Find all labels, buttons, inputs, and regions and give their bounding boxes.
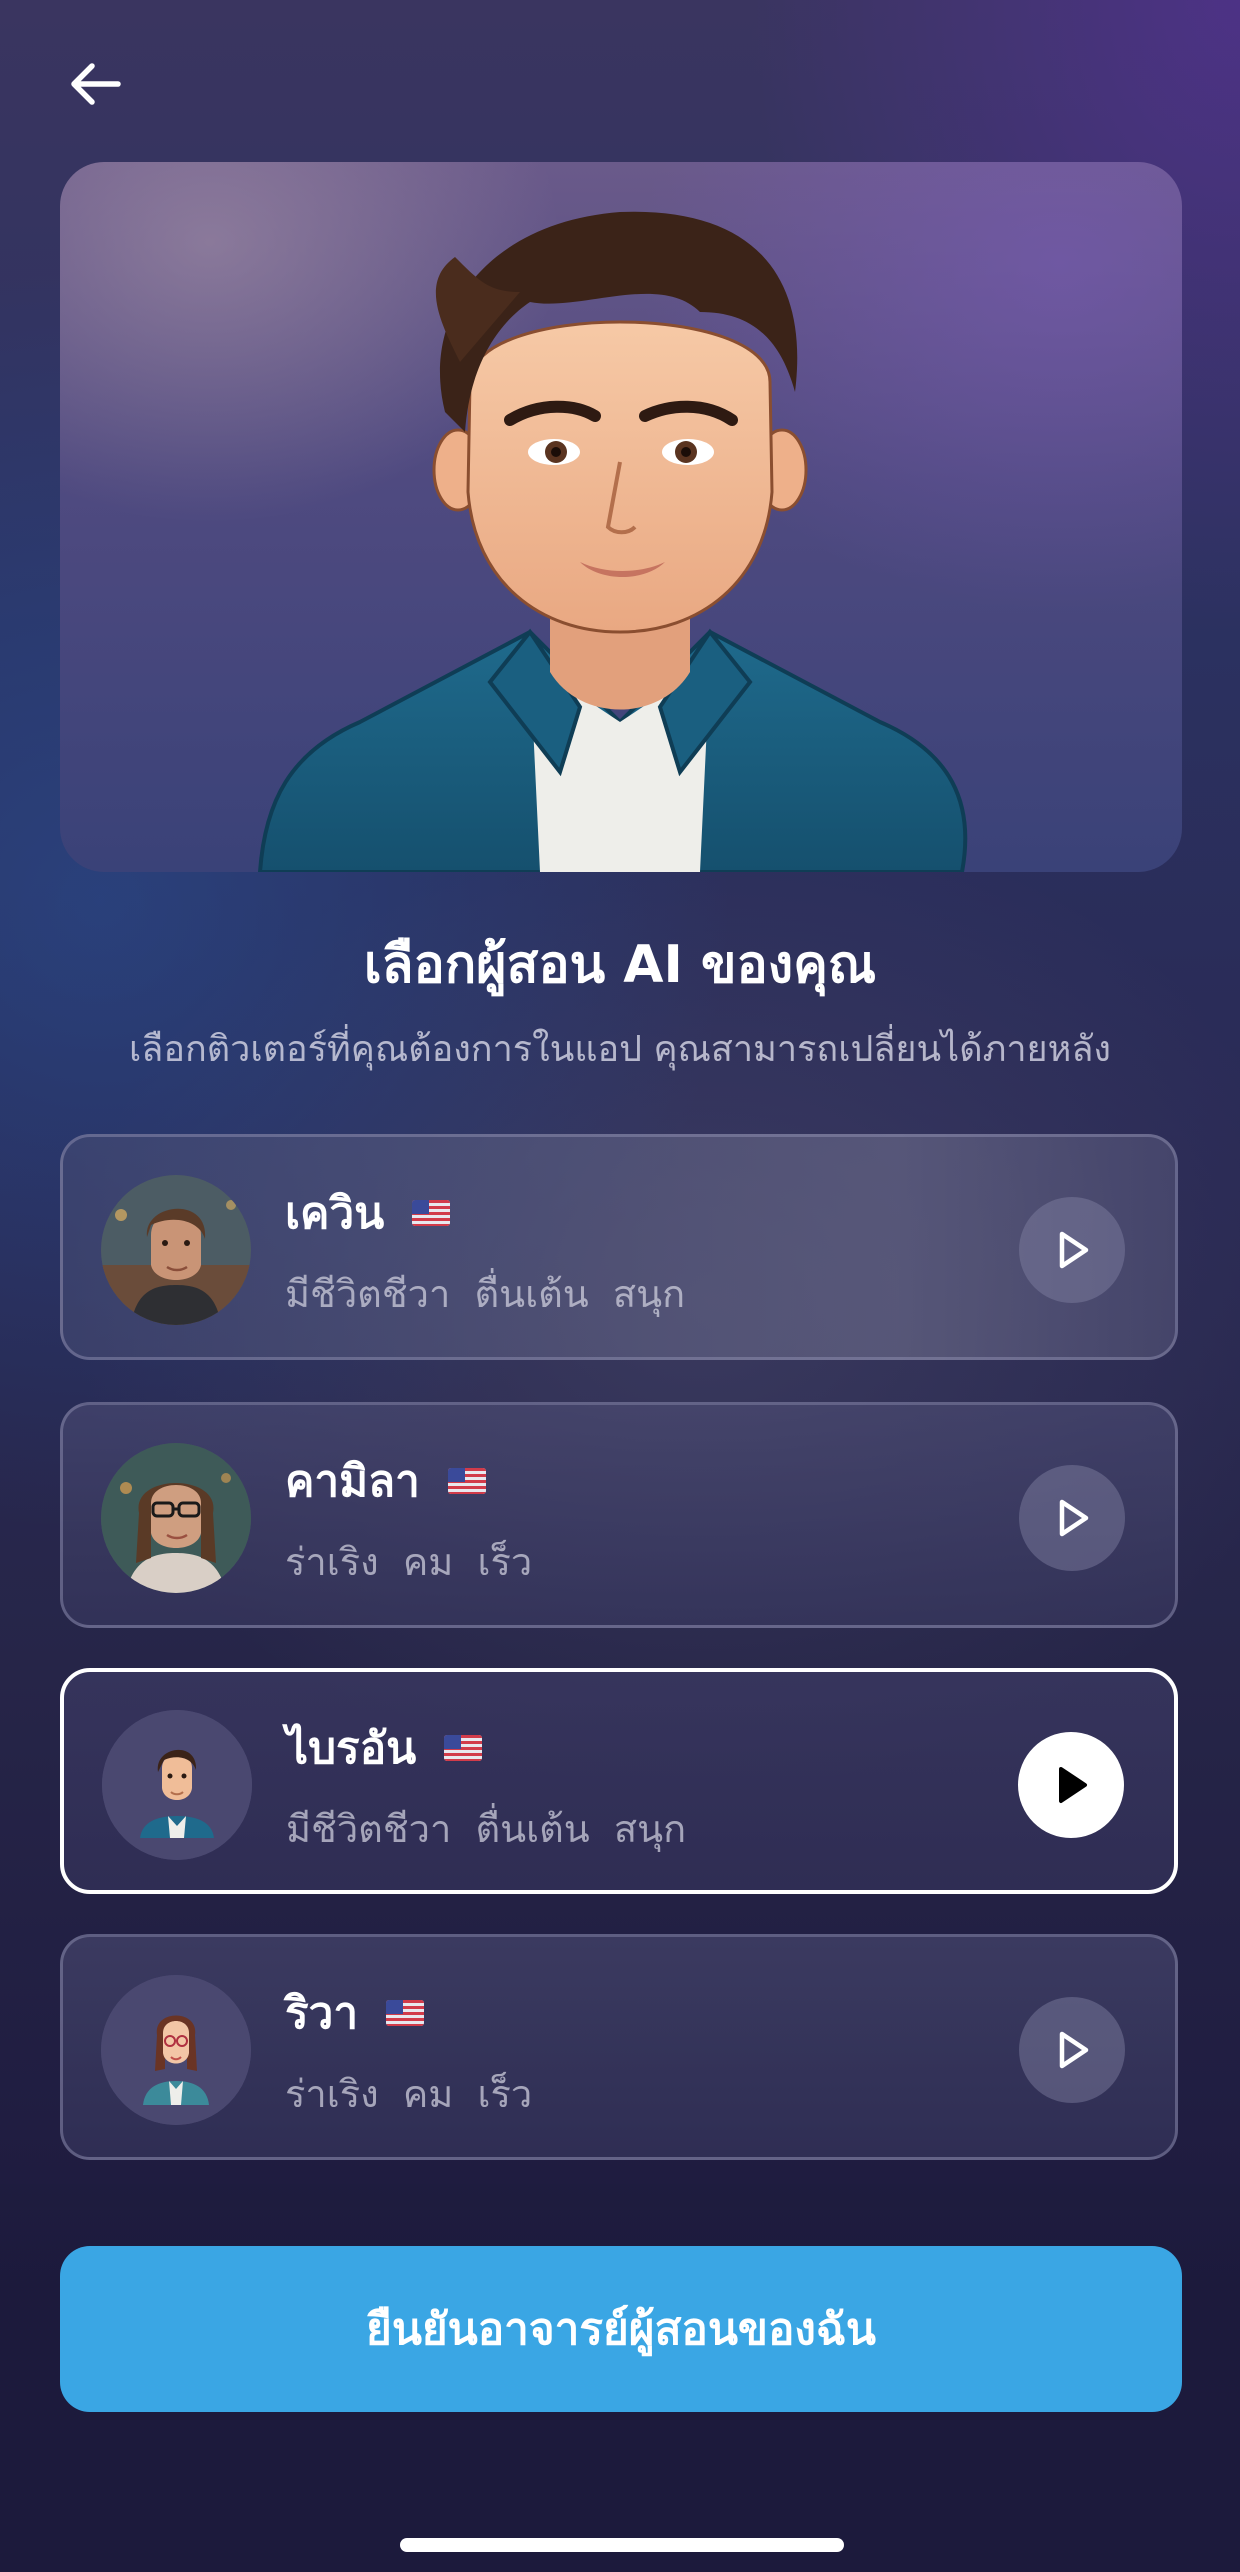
tutor-traits: ร่าเริง คม เร็ว bbox=[285, 2072, 533, 2116]
page-title: เลือกผู้สอน AI ของคุณ bbox=[363, 935, 877, 995]
play-icon bbox=[1059, 2031, 1089, 2069]
play-voice-button[interactable] bbox=[1018, 1732, 1124, 1838]
confirm-button-label: ยืนยันอาจารย์ผู้สอนของฉัน bbox=[366, 2304, 876, 2355]
tutor-avatar bbox=[101, 1975, 251, 2125]
us-flag-icon bbox=[444, 1735, 483, 1761]
tutor-name: ริวา bbox=[285, 1988, 359, 2039]
play-voice-button[interactable] bbox=[1019, 1465, 1125, 1571]
tutor-avatar bbox=[101, 1175, 251, 1325]
tutor-traits: ร่าเริง คม เร็ว bbox=[285, 1540, 533, 1584]
us-flag-icon bbox=[447, 1468, 486, 1494]
tutor-option-kevin[interactable]: เควิน มีชีวิตชีวา ตื่นเต้น สนุก bbox=[60, 1134, 1178, 1360]
tutor-name: คามิลา bbox=[285, 1456, 420, 1507]
tutor-name: ไบรอัน bbox=[286, 1723, 417, 1774]
tutor-avatar bbox=[101, 1443, 251, 1593]
hero-avatar-card bbox=[60, 162, 1182, 872]
tutor-avatar bbox=[102, 1710, 252, 1860]
tutor-option-camila[interactable]: คามิลา ร่าเริง คม เร็ว bbox=[60, 1402, 1178, 1628]
play-icon bbox=[1059, 1231, 1089, 1269]
play-voice-button[interactable] bbox=[1019, 1197, 1125, 1303]
arrow-left-icon bbox=[71, 63, 121, 105]
tutor-option-riva[interactable]: ริวา ร่าเริง คม เร็ว bbox=[60, 1934, 1178, 2160]
page-subtitle: เลือกติวเตอร์ที่คุณต้องการในแอป คุณสามาร… bbox=[128, 1029, 1112, 1070]
tutor-option-brian[interactable]: ไบรอัน มีชีวิตชีวา ตื่นเต้น สนุก bbox=[60, 1668, 1178, 1894]
play-icon bbox=[1059, 1499, 1089, 1537]
tutor-traits: มีชีวิตชีวา ตื่นเต้น สนุก bbox=[285, 1272, 686, 1316]
tutor-portrait-image bbox=[257, 211, 968, 872]
confirm-tutor-button[interactable]: ยืนยันอาจารย์ผู้สอนของฉัน bbox=[60, 2246, 1182, 2412]
back-button[interactable] bbox=[56, 44, 136, 124]
tutor-traits: มีชีวิตชีวา ตื่นเต้น สนุก bbox=[286, 1807, 687, 1851]
play-voice-button[interactable] bbox=[1019, 1997, 1125, 2103]
home-indicator bbox=[400, 2538, 844, 2552]
us-flag-icon bbox=[412, 1200, 451, 1226]
tutor-name: เควิน bbox=[285, 1188, 385, 1239]
us-flag-icon bbox=[386, 2000, 425, 2026]
play-icon bbox=[1059, 1767, 1087, 1803]
